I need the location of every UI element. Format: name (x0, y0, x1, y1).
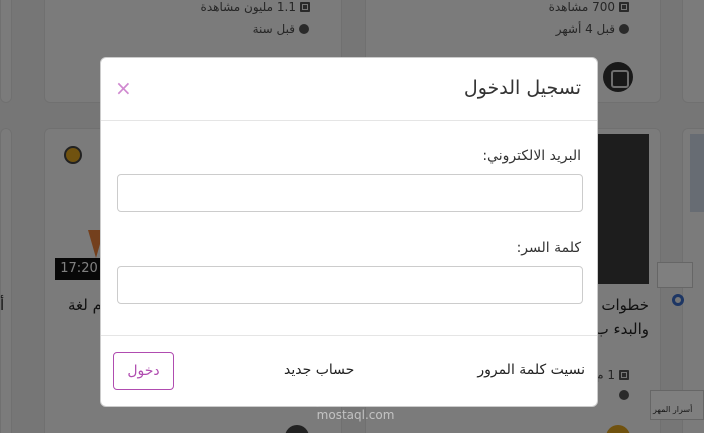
watermark-logo: مستقل mostaql.com (308, 380, 403, 422)
email-label: البريد الالكتروني: (482, 148, 581, 164)
watermark-arabic: مستقل (308, 379, 404, 409)
password-field[interactable] (117, 266, 583, 304)
register-link[interactable]: حساب جديد (284, 362, 354, 378)
password-label: كلمة السر: (516, 240, 581, 256)
forgot-password-link[interactable]: نسيت كلمة المرور (477, 362, 585, 378)
watermark-latin: mostaql.com (316, 408, 395, 422)
login-button[interactable]: دخول (113, 352, 174, 390)
modal-title: تسجيل الدخول (463, 77, 581, 99)
modal-body: البريد الالكتروني: كلمة السر: (101, 121, 597, 337)
login-modal: تسجيل الدخول × البريد الالكتروني: كلمة ا… (100, 57, 598, 407)
email-field[interactable] (117, 174, 583, 212)
modal-header: تسجيل الدخول × (101, 58, 597, 121)
close-icon[interactable]: × (115, 78, 132, 98)
